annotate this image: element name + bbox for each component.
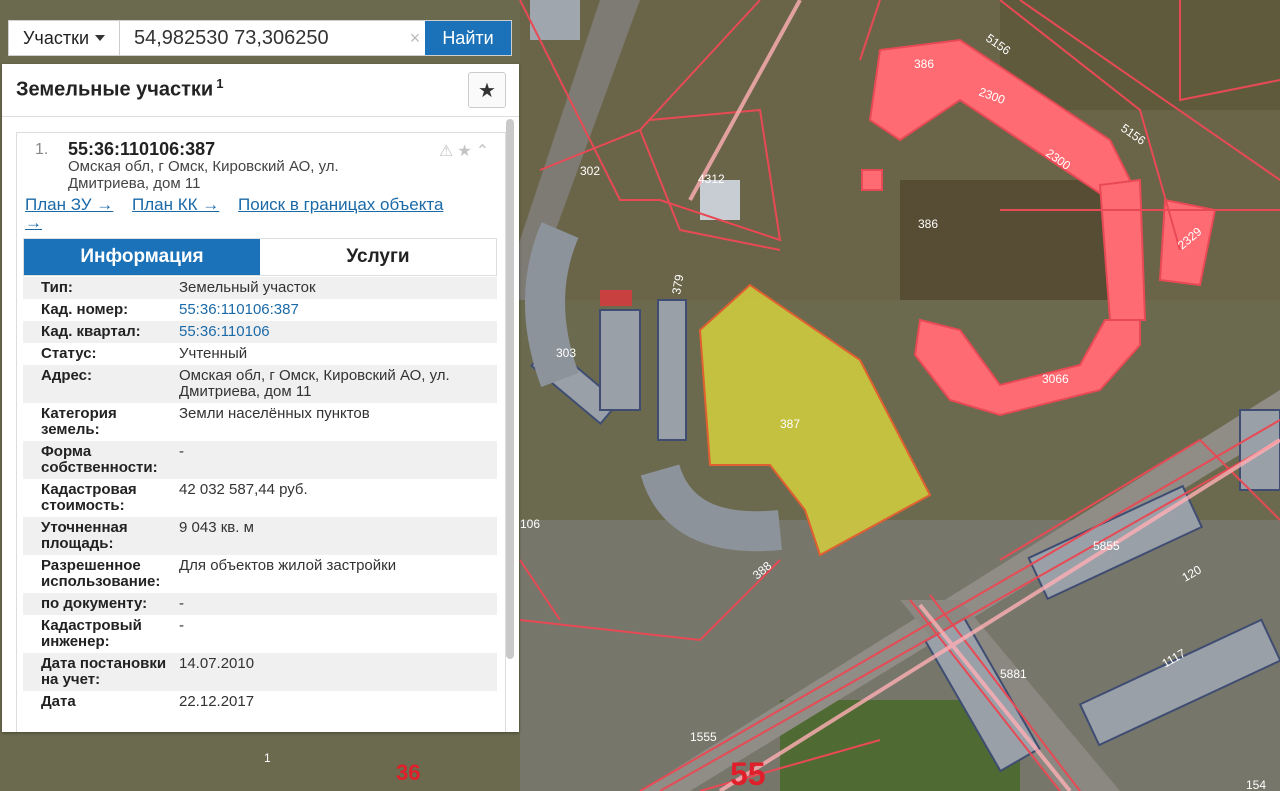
plan-zu-link[interactable]: План ЗУ → xyxy=(25,195,113,214)
favorite-button[interactable]: ★ xyxy=(468,72,506,108)
table-row: по документу: - xyxy=(23,593,497,615)
table-row: Кадастровая стоимость: 42 032 587,44 руб. xyxy=(23,479,497,517)
table-row: Статус: Учтенный xyxy=(23,343,497,365)
svg-text:386: 386 xyxy=(914,57,934,71)
svg-text:3066: 3066 xyxy=(1042,372,1069,386)
table-row: Кад. квартал: 55:36:110106 xyxy=(23,321,497,343)
result-cadastral-number[interactable]: 55:36:110106:387 xyxy=(68,139,215,160)
results-count: 1 xyxy=(216,76,224,91)
table-row: Тип: Земельный участок xyxy=(23,277,497,299)
search-type-label: Участки xyxy=(23,27,89,48)
search-input[interactable] xyxy=(120,21,405,55)
cadastral-number-link[interactable]: 55:36:110106:387 xyxy=(179,302,497,318)
panel-header: Земельные участки 1 ★ xyxy=(2,64,519,117)
chevron-down-icon xyxy=(95,35,105,41)
table-row: Категория земель: Земли населённых пункто… xyxy=(23,403,497,441)
svg-text:303: 303 xyxy=(556,346,576,360)
svg-text:154: 154 xyxy=(1246,778,1266,791)
svg-text:1: 1 xyxy=(264,751,271,765)
star-icon[interactable]: ★ xyxy=(457,141,471,161)
search-bar: Участки × Найти xyxy=(8,20,512,56)
svg-text:386: 386 xyxy=(918,217,938,231)
tab-information[interactable]: Информация xyxy=(24,239,260,275)
svg-text:5881: 5881 xyxy=(1000,667,1027,681)
svg-text:4312: 4312 xyxy=(698,172,725,186)
result-card: 1. 55:36:110106:387 Омская обл, г Омск, … xyxy=(16,132,506,732)
plan-kk-link[interactable]: План КК → xyxy=(132,195,219,214)
clear-icon[interactable]: × xyxy=(405,21,425,55)
panel-scrollbar[interactable] xyxy=(506,119,514,659)
table-row: Кадастровый инженер: - xyxy=(23,615,497,653)
table-row: Адрес: Омская обл, г Омск, Кировский АО, … xyxy=(23,365,497,403)
svg-text:302: 302 xyxy=(580,164,600,178)
results-panel: Земельные участки 1 ★ 1. 55:36:110106:387… xyxy=(2,64,519,732)
result-actions: ⚠ ★ ⌃ xyxy=(439,141,489,161)
info-tabs: Информация Услуги xyxy=(23,238,497,276)
table-row: Разрешенное использование: Для объектов ж… xyxy=(23,555,497,593)
cadastral-quarter-link[interactable]: 55:36:110106 xyxy=(179,324,497,340)
table-row: Форма собственности: - xyxy=(23,441,497,479)
table-row: Кад. номер: 55:36:110106:387 xyxy=(23,299,497,321)
panel-title: Земельные участки 1 xyxy=(16,76,224,101)
svg-text:5855: 5855 xyxy=(1093,539,1120,553)
svg-text:36: 36 xyxy=(396,760,420,785)
table-row: Дата 22.12.2017 xyxy=(23,691,497,713)
search-type-dropdown[interactable]: Участки xyxy=(9,21,120,55)
tab-services[interactable]: Услуги xyxy=(260,239,496,275)
svg-text:55: 55 xyxy=(730,756,766,791)
table-row: Уточненная площадь: 9 043 кв. м xyxy=(23,517,497,555)
info-table: Тип: Земельный участок Кад. номер: 55:36:1… xyxy=(23,277,497,713)
svg-text:1555: 1555 xyxy=(690,730,717,744)
result-index: 1. xyxy=(35,141,49,158)
table-row: Дата постановки на учет: 14.07.2010 xyxy=(23,653,497,691)
result-links: План ЗУ → План КК → Поиск в границах объ… xyxy=(25,196,475,232)
chevron-up-icon[interactable]: ⌃ xyxy=(476,141,489,161)
result-address: Омская обл, г Омск, Кировский АО, ул. Дм… xyxy=(68,158,339,192)
svg-text:106: 106 xyxy=(520,517,540,531)
warning-icon[interactable]: ⚠ xyxy=(439,141,453,161)
svg-text:387: 387 xyxy=(780,417,800,431)
star-icon: ★ xyxy=(478,79,496,102)
find-button[interactable]: Найти xyxy=(425,21,511,55)
